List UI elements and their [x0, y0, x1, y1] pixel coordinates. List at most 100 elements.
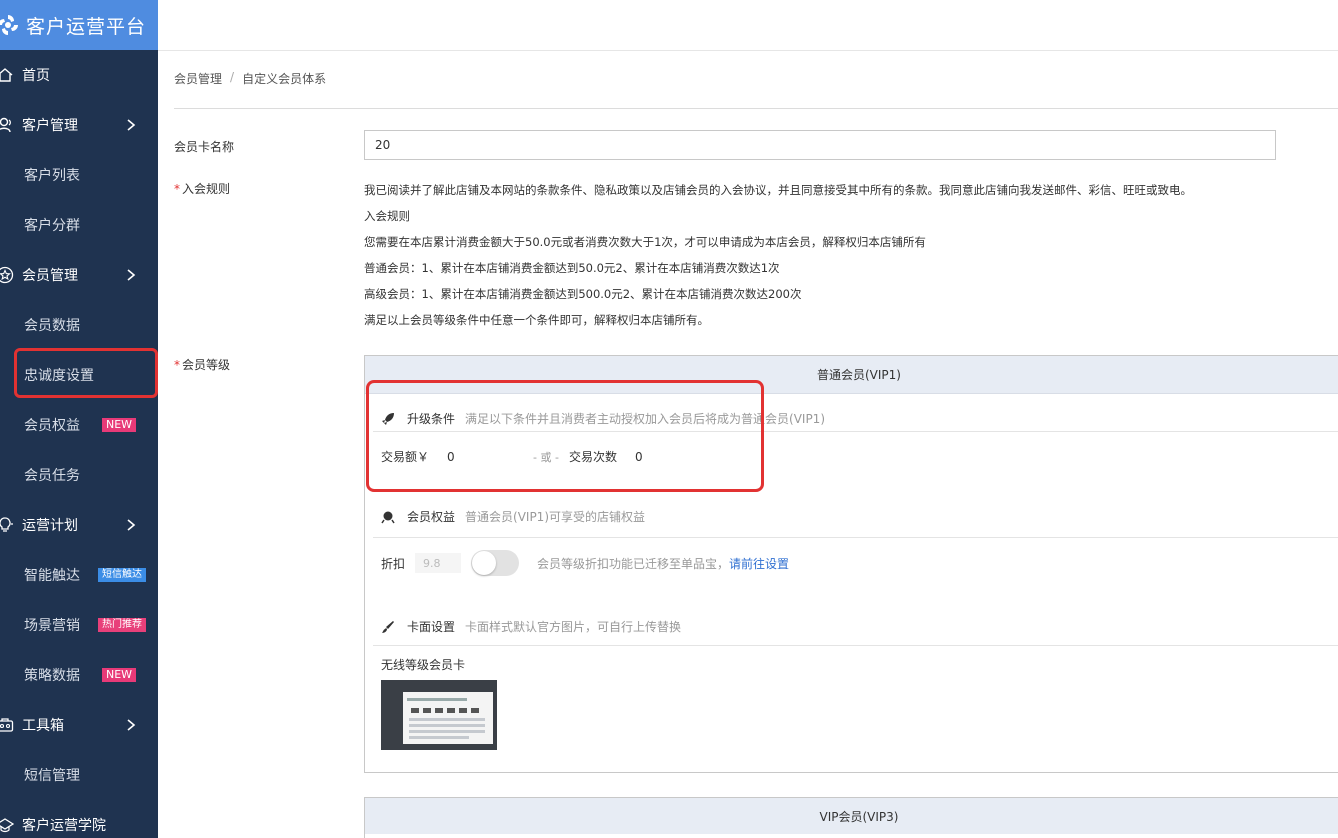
chevron-right-icon — [127, 519, 136, 531]
sidebar-item-customer-list[interactable]: 客户列表 — [0, 150, 158, 200]
go-settings-link[interactable]: 请前往设置 — [729, 555, 789, 572]
brush-icon — [382, 620, 394, 633]
chevron-right-icon — [127, 119, 136, 131]
rule-line: 满足以上会员等级条件中任意一个条件即可，解释权归本店铺所有。 — [364, 313, 709, 327]
rule-line: 我已阅读并了解此店铺及本网站的条款条件、隐私政策以及店铺会员的入会协议，并且同意… — [364, 183, 1192, 197]
sidebar-item-scene-marketing[interactable]: 场景营销 热门推荐 — [0, 600, 158, 650]
logo-bar: 客户运营平台 — [0, 0, 158, 50]
customer-icon — [0, 117, 11, 133]
academy-icon — [0, 818, 14, 833]
sidebar-item-strategy-data[interactable]: 策略数据 NEW — [0, 650, 158, 700]
join-rule-label-text: 入会规则 — [182, 182, 231, 196]
join-rule-label: * 入会规则 — [174, 180, 230, 197]
sidebar-item-member-data[interactable]: 会员数据 — [0, 300, 158, 350]
home-icon — [0, 68, 13, 82]
amount-input[interactable]: 0 — [447, 450, 533, 464]
upgrade-conditions-row: 交易额￥ 0 - 或 - 交易次数 0 — [381, 448, 643, 465]
medal-icon — [381, 511, 395, 523]
sidebar-item-academy[interactable]: 客户运营学院 — [0, 800, 158, 838]
sidebar-item-label: 策略数据 — [24, 668, 80, 684]
sidebar-item-label: 首页 — [22, 68, 50, 84]
new-badge: NEW — [102, 668, 137, 682]
sidebar-item-label: 智能触达 — [24, 568, 80, 584]
count-label: 交易次数 — [568, 450, 617, 464]
breadcrumb: 会员管理 / 自定义会员体系 — [174, 70, 326, 87]
sidebar: 客户运营平台 首页 客户管理 客户列表 客户分群 会员管理 会员数据 忠诚度设置… — [0, 0, 158, 838]
rule-line: 普通会员：1、累计在本店铺消费金额达到50.0元2、累计在本店铺消费次数达1次 — [364, 261, 780, 275]
benefits-desc: 普通会员(VIP1)可享受的店铺权益 — [465, 510, 645, 524]
sidebar-item-label: 客户运营学院 — [22, 818, 106, 834]
sidebar-item-home[interactable]: 首页 — [0, 50, 158, 100]
rocket-icon — [382, 412, 394, 425]
hot-badge: 热门推荐 — [98, 618, 146, 632]
section-divider — [373, 645, 1338, 646]
bulb-icon — [0, 517, 13, 532]
discount-toggle[interactable] — [471, 550, 520, 576]
upgrade-title: 升级条件 — [407, 412, 456, 426]
card-face-title: 卡面设置 — [407, 620, 456, 634]
sidebar-item-label: 场景营销 — [24, 618, 80, 634]
toolbox-icon — [0, 718, 14, 732]
header-divider — [158, 50, 1338, 51]
rule-line: 入会规则 — [364, 209, 410, 223]
card-name-label: 会员卡名称 — [174, 140, 235, 154]
sidebar-item-member-tasks[interactable]: 会员任务 — [0, 450, 158, 500]
sidebar-item-member-management[interactable]: 会员管理 — [0, 250, 158, 300]
sidebar-item-label: 工具箱 — [22, 718, 64, 734]
level-panel-title: VIP会员(VIP3) — [365, 798, 1338, 834]
upgrade-desc: 满足以下条件并且消费者主动授权加入会员后将成为普通会员(VIP1) — [465, 412, 826, 426]
thumbnail-screen — [403, 692, 493, 744]
sidebar-item-member-benefits[interactable]: 会员权益 NEW — [0, 400, 158, 450]
star-icon — [0, 266, 14, 284]
sidebar-item-sms-management[interactable]: 短信管理 — [0, 750, 158, 800]
sidebar-nav: 首页 客户管理 客户列表 客户分群 会员管理 会员数据 忠诚度设置 会员权益 N… — [0, 50, 158, 838]
migrate-note: 会员等级折扣功能已迁移至单品宝， — [537, 556, 730, 571]
sidebar-item-customer-management[interactable]: 客户管理 — [0, 100, 158, 150]
level-label: * 会员等级 — [174, 356, 230, 373]
app-title: 客户运营平台 — [26, 15, 147, 38]
card-name-value: 20 — [375, 138, 391, 152]
card-face-desc: 卡面样式默认官方图片，可自行上传替换 — [465, 620, 682, 634]
sidebar-item-label: 会员数据 — [24, 318, 80, 334]
chevron-right-icon — [127, 269, 136, 281]
card-face-section-title: 卡面设置 卡面样式默认官方图片，可自行上传替换 — [381, 618, 681, 635]
sidebar-item-label: 客户列表 — [24, 168, 80, 184]
sidebar-item-label: 会员任务 — [24, 468, 80, 484]
sidebar-item-label: 运营计划 — [22, 518, 78, 534]
sidebar-item-label: 短信管理 — [24, 768, 80, 784]
discount-row: 折扣 9.8 会员等级折扣功能已迁移至单品宝， 请前往设置 — [381, 550, 789, 576]
rule-line: 高级会员：1、累计在本店铺消费金额达到500.0元2、累计在本店铺消费次数达20… — [364, 287, 802, 301]
wireless-card-label: 无线等级会员卡 — [381, 658, 466, 672]
sidebar-item-loyalty-settings[interactable]: 忠诚度设置 — [0, 350, 158, 400]
sidebar-item-customer-segments[interactable]: 客户分群 — [0, 200, 158, 250]
new-badge: NEW — [102, 418, 137, 432]
sms-reach-badge: 短信触达 — [98, 568, 146, 582]
member-card-thumbnail[interactable] — [381, 680, 497, 750]
required-mark: * — [174, 358, 180, 372]
amount-label: 交易额￥ — [381, 450, 430, 464]
level-panel-vip3: VIP会员(VIP3) — [364, 797, 1338, 838]
sidebar-item-operation-plan[interactable]: 运营计划 — [0, 500, 158, 550]
rule-line: 您需要在本店累计消费金额大于50.0元或者消费次数大于1次，才可以申请成为本店会… — [364, 235, 926, 249]
logo-icon — [0, 15, 18, 35]
level-panel-title: 普通会员(VIP1) — [365, 356, 1338, 394]
sidebar-item-label: 忠诚度设置 — [24, 368, 94, 384]
level-label-text: 会员等级 — [182, 358, 231, 372]
upgrade-section-title: 升级条件 满足以下条件并且消费者主动授权加入会员后将成为普通会员(VIP1) — [381, 410, 825, 427]
card-name-input[interactable]: 20 — [364, 130, 1276, 160]
breadcrumb-current: 自定义会员体系 — [242, 72, 327, 86]
breadcrumb-divider — [174, 108, 1338, 109]
chevron-right-icon — [127, 719, 136, 731]
benefits-section-title: 会员权益 普通会员(VIP1)可享受的店铺权益 — [381, 508, 645, 525]
section-divider — [373, 537, 1338, 538]
sidebar-item-label: 会员权益 — [24, 418, 80, 434]
sidebar-item-smart-reach[interactable]: 智能触达 短信触达 — [0, 550, 158, 600]
discount-label: 折扣 — [381, 556, 406, 571]
level-panel-vip1: 普通会员(VIP1) 升级条件 满足以下条件并且消费者主动授权加入会员后将成为普… — [364, 355, 1338, 773]
sidebar-item-label: 客户管理 — [22, 118, 78, 134]
breadcrumb-parent[interactable]: 会员管理 — [174, 70, 222, 87]
sidebar-item-label: 客户分群 — [24, 218, 80, 234]
count-input[interactable]: 0 — [635, 450, 643, 464]
discount-input[interactable]: 9.8 — [415, 553, 462, 573]
sidebar-item-toolbox[interactable]: 工具箱 — [0, 700, 158, 750]
